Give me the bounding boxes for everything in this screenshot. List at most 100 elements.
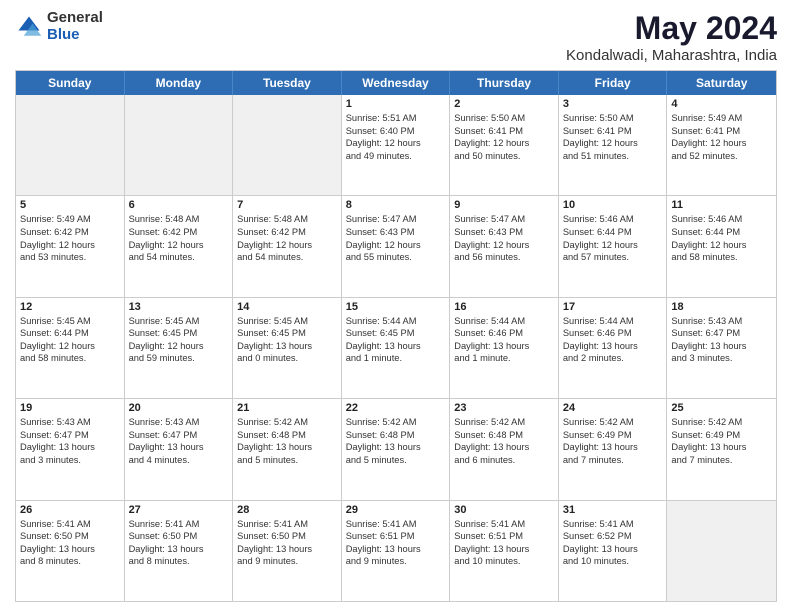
calendar-cell: 4 Sunrise: 5:49 AM Sunset: 6:41 PM Daylig…	[667, 95, 776, 195]
day-number: 29	[346, 504, 446, 516]
calendar-cell: 18 Sunrise: 5:43 AM Sunset: 6:47 PM Dayli…	[667, 298, 776, 398]
calendar-row-2: 12 Sunrise: 5:45 AM Sunset: 6:44 PM Dayli…	[16, 298, 776, 399]
day-number: 1	[346, 98, 446, 110]
day-number: 30	[454, 504, 554, 516]
calendar-body: 1Sunrise: 5:51 AM Sunset: 6:40 PM Daylig…	[16, 95, 776, 601]
cell-info: Sunrise: 5:43 AM Sunset: 6:47 PM Dayligh…	[671, 315, 772, 365]
cell-info: Sunrise: 5:45 AM Sunset: 6:45 PM Dayligh…	[129, 315, 229, 365]
cell-info: Sunrise: 5:43 AM Sunset: 6:47 PM Dayligh…	[20, 416, 120, 466]
title-block: May 2024 Kondalwadi, Maharashtra, India	[566, 10, 777, 64]
day-number: 31	[563, 504, 663, 516]
cell-info: Sunrise: 5:46 AM Sunset: 6:44 PM Dayligh…	[563, 213, 663, 263]
day-number: 16	[454, 301, 554, 313]
page: General Blue May 2024 Kondalwadi, Mahara…	[0, 0, 792, 612]
cell-info: Sunrise: 5:41 AM Sunset: 6:50 PM Dayligh…	[237, 518, 337, 568]
calendar-cell: 8 Sunrise: 5:47 AM Sunset: 6:43 PM Daylig…	[342, 196, 451, 296]
calendar-cell	[233, 95, 342, 195]
calendar-cell: 23Sunrise: 5:42 AM Sunset: 6:48 PM Dayli…	[450, 399, 559, 499]
day-number: 13	[129, 301, 229, 313]
day-number: 17	[563, 301, 663, 313]
col-header-tuesday: Tuesday	[233, 71, 342, 95]
col-header-wednesday: Wednesday	[342, 71, 451, 95]
calendar-cell: 29 Sunrise: 5:41 AM Sunset: 6:51 PM Dayli…	[342, 501, 451, 601]
col-header-friday: Friday	[559, 71, 668, 95]
calendar-cell: 24Sunrise: 5:42 AM Sunset: 6:49 PM Dayli…	[559, 399, 668, 499]
cell-info: Sunrise: 5:49 AM Sunset: 6:41 PM Dayligh…	[671, 112, 772, 162]
cell-info: Sunrise: 5:41 AM Sunset: 6:52 PM Dayligh…	[563, 518, 663, 568]
cell-info: Sunrise: 5:41 AM Sunset: 6:51 PM Dayligh…	[454, 518, 554, 568]
calendar-cell: 1Sunrise: 5:51 AM Sunset: 6:40 PM Daylig…	[342, 95, 451, 195]
cell-info: Sunrise: 5:48 AM Sunset: 6:42 PM Dayligh…	[237, 213, 337, 263]
cell-info: Sunrise: 5:46 AM Sunset: 6:44 PM Dayligh…	[671, 213, 772, 263]
calendar-cell: 6 Sunrise: 5:48 AM Sunset: 6:42 PM Daylig…	[125, 196, 234, 296]
day-number: 19	[20, 402, 120, 414]
day-number: 22	[346, 402, 446, 414]
day-number: 21	[237, 402, 337, 414]
day-number: 15	[346, 301, 446, 313]
cell-info: Sunrise: 5:42 AM Sunset: 6:48 PM Dayligh…	[237, 416, 337, 466]
calendar-cell: 30 Sunrise: 5:41 AM Sunset: 6:51 PM Dayli…	[450, 501, 559, 601]
day-number: 2	[454, 98, 554, 110]
calendar-cell: 27 Sunrise: 5:41 AM Sunset: 6:50 PM Dayli…	[125, 501, 234, 601]
calendar-cell: 13 Sunrise: 5:45 AM Sunset: 6:45 PM Dayli…	[125, 298, 234, 398]
cell-info: Sunrise: 5:41 AM Sunset: 6:51 PM Dayligh…	[346, 518, 446, 568]
logo-blue-label: Blue	[47, 27, 103, 44]
day-number: 12	[20, 301, 120, 313]
cell-info: Sunrise: 5:42 AM Sunset: 6:48 PM Dayligh…	[346, 416, 446, 466]
calendar-cell: 31 Sunrise: 5:41 AM Sunset: 6:52 PM Dayli…	[559, 501, 668, 601]
col-header-saturday: Saturday	[667, 71, 776, 95]
day-number: 26	[20, 504, 120, 516]
calendar-cell: 26Sunrise: 5:41 AM Sunset: 6:50 PM Dayli…	[16, 501, 125, 601]
day-number: 25	[671, 402, 772, 414]
calendar-cell: 12 Sunrise: 5:45 AM Sunset: 6:44 PM Dayli…	[16, 298, 125, 398]
calendar-cell: 11 Sunrise: 5:46 AM Sunset: 6:44 PM Dayli…	[667, 196, 776, 296]
calendar-cell: 21 Sunrise: 5:42 AM Sunset: 6:48 PM Dayli…	[233, 399, 342, 499]
col-header-sunday: Sunday	[16, 71, 125, 95]
calendar-cell: 3Sunrise: 5:50 AM Sunset: 6:41 PM Daylig…	[559, 95, 668, 195]
day-number: 4	[671, 98, 772, 110]
cell-info: Sunrise: 5:44 AM Sunset: 6:46 PM Dayligh…	[563, 315, 663, 365]
cell-info: Sunrise: 5:41 AM Sunset: 6:50 PM Dayligh…	[129, 518, 229, 568]
header: General Blue May 2024 Kondalwadi, Mahara…	[15, 10, 777, 64]
calendar-row-1: 5Sunrise: 5:49 AM Sunset: 6:42 PM Daylig…	[16, 196, 776, 297]
day-number: 6	[129, 199, 229, 211]
day-number: 10	[563, 199, 663, 211]
cell-info: Sunrise: 5:45 AM Sunset: 6:44 PM Dayligh…	[20, 315, 120, 365]
subtitle: Kondalwadi, Maharashtra, India	[566, 47, 777, 64]
day-number: 23	[454, 402, 554, 414]
logo: General Blue	[15, 10, 103, 43]
day-number: 20	[129, 402, 229, 414]
cell-info: Sunrise: 5:43 AM Sunset: 6:47 PM Dayligh…	[129, 416, 229, 466]
calendar-cell: 14Sunrise: 5:45 AM Sunset: 6:45 PM Dayli…	[233, 298, 342, 398]
main-title: May 2024	[566, 10, 777, 47]
calendar-cell: 16 Sunrise: 5:44 AM Sunset: 6:46 PM Dayli…	[450, 298, 559, 398]
logo-icon	[15, 13, 43, 41]
col-header-thursday: Thursday	[450, 71, 559, 95]
calendar-row-0: 1Sunrise: 5:51 AM Sunset: 6:40 PM Daylig…	[16, 95, 776, 196]
day-number: 8	[346, 199, 446, 211]
calendar-cell: 28Sunrise: 5:41 AM Sunset: 6:50 PM Dayli…	[233, 501, 342, 601]
calendar-cell: 9 Sunrise: 5:47 AM Sunset: 6:43 PM Daylig…	[450, 196, 559, 296]
calendar-cell: 17 Sunrise: 5:44 AM Sunset: 6:46 PM Dayli…	[559, 298, 668, 398]
logo-text: General Blue	[47, 10, 103, 43]
cell-info: Sunrise: 5:49 AM Sunset: 6:42 PM Dayligh…	[20, 213, 120, 263]
cell-info: Sunrise: 5:48 AM Sunset: 6:42 PM Dayligh…	[129, 213, 229, 263]
day-number: 9	[454, 199, 554, 211]
day-number: 27	[129, 504, 229, 516]
calendar-cell: 25Sunrise: 5:42 AM Sunset: 6:49 PM Dayli…	[667, 399, 776, 499]
day-number: 3	[563, 98, 663, 110]
cell-info: Sunrise: 5:50 AM Sunset: 6:41 PM Dayligh…	[454, 112, 554, 162]
day-number: 18	[671, 301, 772, 313]
calendar-row-3: 19 Sunrise: 5:43 AM Sunset: 6:47 PM Dayli…	[16, 399, 776, 500]
day-number: 7	[237, 199, 337, 211]
day-number: 11	[671, 199, 772, 211]
logo-general-label: General	[47, 10, 103, 27]
calendar-cell: 20 Sunrise: 5:43 AM Sunset: 6:47 PM Dayli…	[125, 399, 234, 499]
calendar-cell: 19 Sunrise: 5:43 AM Sunset: 6:47 PM Dayli…	[16, 399, 125, 499]
calendar-cell: 15Sunrise: 5:44 AM Sunset: 6:45 PM Dayli…	[342, 298, 451, 398]
calendar-cell	[16, 95, 125, 195]
cell-info: Sunrise: 5:44 AM Sunset: 6:46 PM Dayligh…	[454, 315, 554, 365]
column-headers: SundayMondayTuesdayWednesdayThursdayFrid…	[16, 71, 776, 95]
cell-info: Sunrise: 5:47 AM Sunset: 6:43 PM Dayligh…	[346, 213, 446, 263]
cell-info: Sunrise: 5:47 AM Sunset: 6:43 PM Dayligh…	[454, 213, 554, 263]
